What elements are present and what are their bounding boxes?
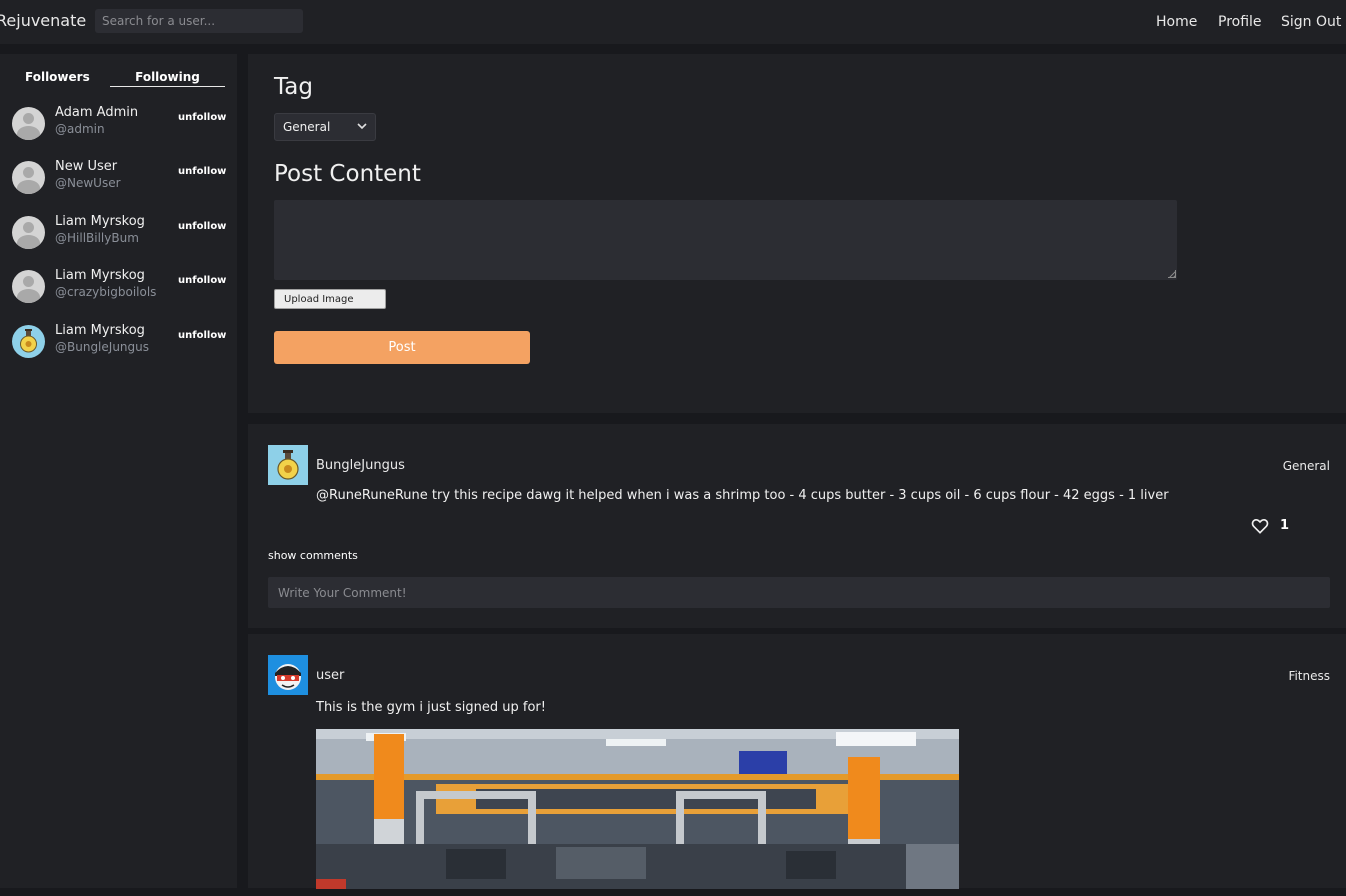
following-name: Liam Myrskog bbox=[55, 214, 145, 229]
nav-sign-out-link[interactable]: Sign Out bbox=[1281, 14, 1341, 30]
post-content-heading: Post Content bbox=[274, 161, 421, 187]
following-handle[interactable]: @crazybigboilols bbox=[55, 285, 156, 299]
unfollow-button[interactable]: unfollow bbox=[178, 166, 226, 177]
brand-logo[interactable]: Rejuvenate bbox=[0, 11, 86, 30]
tab-followers[interactable]: Followers bbox=[25, 70, 90, 86]
following-item: Liam Myrskog @crazybigboilols unfollow bbox=[12, 268, 227, 308]
following-name: Liam Myrskog bbox=[55, 323, 145, 338]
like-count: 1 bbox=[1280, 518, 1290, 533]
default-avatar-icon bbox=[12, 270, 45, 303]
following-handle[interactable]: @NewUser bbox=[55, 176, 121, 190]
post-username[interactable]: BungleJungus bbox=[316, 458, 405, 473]
tag-heading: Tag bbox=[274, 74, 313, 100]
following-name: Liam Myrskog bbox=[55, 268, 145, 283]
upload-image-button[interactable]: Upload Image bbox=[274, 289, 386, 309]
tag-select[interactable]: General bbox=[274, 113, 376, 141]
unfollow-button[interactable]: unfollow bbox=[178, 330, 226, 341]
ninja-avatar-icon[interactable] bbox=[268, 655, 308, 695]
following-item: Liam Myrskog @HillBillyBum unfollow bbox=[12, 214, 227, 254]
unfollow-button[interactable]: unfollow bbox=[178, 275, 226, 286]
post-tag-label: General bbox=[1282, 459, 1330, 473]
nav-home-link[interactable]: Home bbox=[1156, 14, 1197, 30]
tab-following[interactable]: Following bbox=[110, 70, 225, 87]
following-item: Liam Myrskog @BungleJungus unfollow bbox=[12, 323, 227, 363]
tag-select-value: General bbox=[283, 120, 331, 134]
show-comments-link[interactable]: show comments bbox=[268, 549, 358, 562]
feed-post: user Fitness This is the gym i just sign… bbox=[248, 634, 1346, 889]
post-button[interactable]: Post bbox=[274, 331, 530, 364]
default-avatar-icon bbox=[12, 216, 45, 249]
following-name: New User bbox=[55, 159, 118, 174]
heart-icon[interactable] bbox=[1250, 516, 1270, 536]
gym-photo[interactable] bbox=[316, 729, 959, 889]
post-text: @RuneRuneRune try this recipe dawg it he… bbox=[316, 488, 1169, 503]
following-handle[interactable]: @HillBillyBum bbox=[55, 231, 139, 245]
follow-sidebar: Followers Following Adam Admin @admin un… bbox=[0, 54, 237, 888]
unfollow-button[interactable]: unfollow bbox=[178, 221, 226, 232]
default-avatar-icon bbox=[12, 161, 45, 194]
following-item: Adam Admin @admin unfollow bbox=[12, 105, 227, 145]
default-avatar-icon bbox=[12, 107, 45, 140]
nav-profile-link[interactable]: Profile bbox=[1218, 14, 1262, 30]
potion-avatar-icon[interactable] bbox=[268, 445, 308, 485]
post-username[interactable]: user bbox=[316, 668, 344, 683]
chevron-down-icon bbox=[357, 122, 367, 133]
following-handle[interactable]: @admin bbox=[55, 122, 105, 136]
following-item: New User @NewUser unfollow bbox=[12, 159, 227, 199]
user-search-input[interactable] bbox=[95, 9, 303, 33]
unfollow-button[interactable]: unfollow bbox=[178, 112, 226, 123]
post-text: This is the gym i just signed up for! bbox=[316, 700, 546, 715]
comment-input[interactable] bbox=[268, 577, 1330, 608]
post-tag-label: Fitness bbox=[1288, 669, 1330, 683]
post-content-textarea[interactable] bbox=[274, 200, 1177, 280]
feed-post: BungleJungus General @RuneRuneRune try t… bbox=[248, 424, 1346, 628]
top-navbar: Rejuvenate Home Profile Sign Out bbox=[0, 0, 1346, 44]
resize-handle-icon[interactable] bbox=[1168, 270, 1176, 278]
create-post-panel: Tag General Post Content Upload Image Po… bbox=[248, 54, 1346, 413]
following-name: Adam Admin bbox=[55, 105, 139, 120]
potion-avatar-icon bbox=[12, 325, 45, 358]
following-handle[interactable]: @BungleJungus bbox=[55, 340, 149, 354]
